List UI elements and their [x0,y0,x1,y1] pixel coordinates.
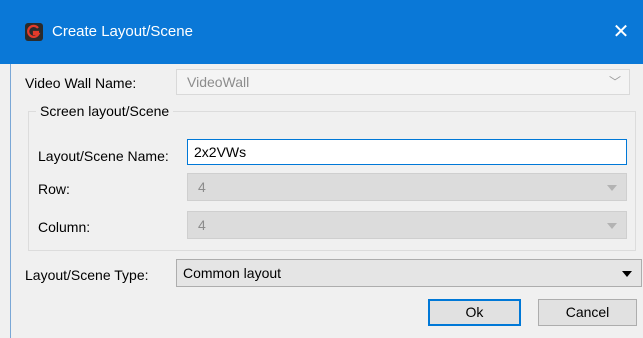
dropdown-arrow-icon [607,223,617,229]
app-logo-icon [25,23,43,41]
video-wall-name-label: Video Wall Name: [25,75,137,91]
layout-scene-name-value: 2x2VWs [194,144,247,160]
title-bar: Create Layout/Scene ✕ [0,0,643,64]
row-label: Row: [38,181,70,197]
window-title: Create Layout/Scene [52,23,193,40]
column-label: Column: [38,219,91,235]
layout-scene-name-input[interactable]: 2x2VWs [187,139,627,165]
layout-scene-type-value: Common layout [183,265,282,281]
dropdown-arrow-icon [607,185,617,191]
video-wall-name-select: VideoWall ﹀ [176,69,630,95]
row-value: 4 [198,179,206,195]
layout-scene-name-label: Layout/Scene Name: [38,148,169,164]
layout-scene-type-select[interactable]: Common layout [176,259,642,287]
layout-scene-type-label: Layout/Scene Type: [25,267,149,283]
close-icon: ✕ [612,21,630,43]
close-button[interactable]: ✕ [599,16,643,48]
ok-button[interactable]: Ok [428,299,521,326]
video-wall-name-value: VideoWall [187,74,250,90]
column-value: 4 [198,217,206,233]
screen-layout-group-title: Screen layout/Scene [36,102,174,120]
column-select: 4 [187,211,627,239]
dropdown-arrow-icon [622,271,632,277]
row-select: 4 [187,173,627,201]
dialog-content: Video Wall Name: VideoWall ﹀ Screen layo… [10,64,643,338]
screen-layout-group: Screen layout/Scene Layout/Scene Name: 2… [28,102,636,251]
chevron-down-icon: ﹀ [608,75,621,89]
cancel-button[interactable]: Cancel [538,299,637,326]
